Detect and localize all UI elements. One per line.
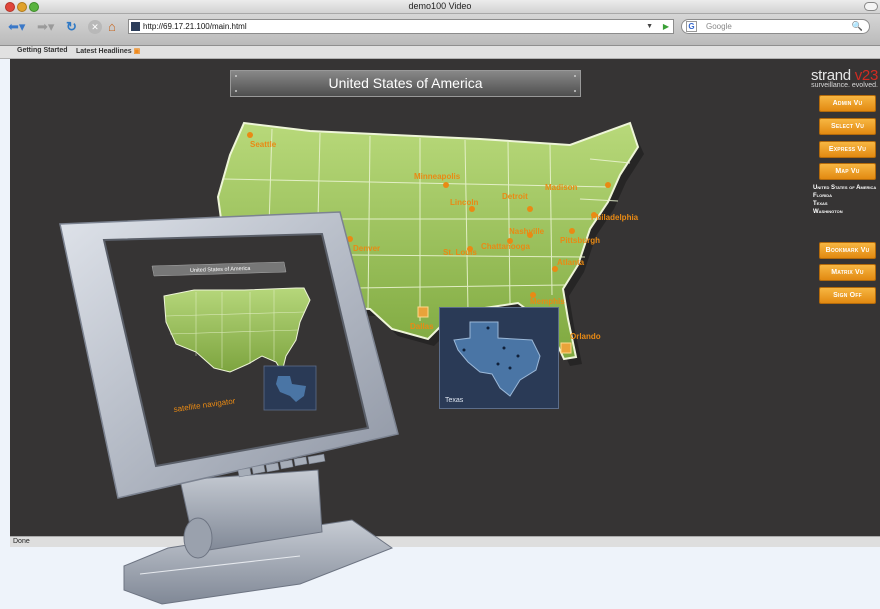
admin-vu-button[interactable]: Admin Vu bbox=[819, 95, 876, 112]
reload-icon[interactable]: ↻ bbox=[66, 18, 77, 36]
map-link-florida[interactable]: Florida bbox=[813, 192, 879, 200]
city-label-detroit: Detroit bbox=[502, 192, 528, 201]
city-label-chattanooga: Chattanooga bbox=[481, 242, 530, 251]
matrix-vu-button[interactable]: Matrix Vu bbox=[819, 264, 876, 281]
site-favicon-icon bbox=[131, 22, 140, 31]
toolbar-toggle-button[interactable] bbox=[864, 2, 878, 11]
city-label-seattle: Seattle bbox=[250, 140, 277, 149]
city-label-pittsburgh: Pittsburgh bbox=[560, 236, 600, 245]
city-label-madison: Madison bbox=[545, 183, 578, 192]
bookmark-latest-headlines-label: Latest Headlines bbox=[76, 48, 132, 55]
texas-shape-icon bbox=[453, 321, 541, 397]
go-arrow-icon[interactable]: ▶ bbox=[663, 20, 669, 33]
app-content: Seattle Minneapolis Detroit Nashville Li… bbox=[10, 59, 880, 536]
city-label-dallas: Dallas bbox=[410, 322, 434, 331]
city-label-memphis: Memphis bbox=[530, 297, 565, 306]
home-icon[interactable]: ⌂ bbox=[108, 18, 116, 36]
city-label-lincoln: Lincoln bbox=[450, 198, 479, 207]
city-label-minneapolis: Minneapolis bbox=[414, 172, 461, 181]
map-link-usa[interactable]: United States of America bbox=[813, 184, 879, 192]
city-label-st-louis: St. Louis bbox=[443, 248, 477, 257]
search-icon[interactable]: 🔍 bbox=[852, 20, 863, 33]
city-label-atlanta: Atlanta bbox=[557, 258, 585, 267]
forward-arrow-icon[interactable]: ➡▾ bbox=[37, 18, 54, 36]
inset-label: Texas bbox=[445, 397, 464, 404]
stop-icon[interactable]: ✕ bbox=[88, 20, 102, 34]
select-vu-button[interactable]: Select Vu bbox=[819, 118, 876, 135]
window-title-bar: demo100 Video bbox=[0, 0, 880, 14]
us-map[interactable]: Seattle Minneapolis Detroit Nashville Li… bbox=[10, 59, 880, 536]
city-label-nashville: Nashville bbox=[509, 227, 545, 236]
city-label-denver: Denver bbox=[353, 244, 380, 253]
search-input[interactable]: G Google 🔍 bbox=[681, 19, 870, 34]
bookmark-getting-started[interactable]: Getting Started bbox=[17, 47, 68, 54]
window-title: demo100 Video bbox=[408, 1, 472, 11]
map-link-list: United States of America Florida Texas W… bbox=[813, 184, 879, 216]
bookmark-latest-headlines[interactable]: Latest Headlines ▣ bbox=[76, 47, 140, 55]
map-link-texas[interactable]: Texas bbox=[813, 200, 879, 208]
search-engine-icon[interactable]: G bbox=[686, 21, 697, 32]
history-dropdown-icon[interactable]: ▼ bbox=[646, 20, 653, 33]
map-title-banner: United States of America bbox=[230, 70, 581, 97]
browser-toolbar: ⬅▾ ➡▾ ↻ ✕ ⌂ http://69.17.21.100/main.htm… bbox=[0, 14, 880, 46]
search-placeholder: Google bbox=[706, 22, 732, 31]
express-vu-button[interactable]: Express Vu bbox=[819, 141, 876, 158]
status-bar: Done bbox=[10, 536, 880, 547]
map-vu-button[interactable]: Map Vu bbox=[819, 163, 876, 180]
bookmarks-bar: Getting Started Latest Headlines ▣ bbox=[0, 46, 880, 59]
address-bar[interactable]: http://69.17.21.100/main.html ▼ ▶ bbox=[128, 19, 674, 34]
texas-inset-map[interactable]: Texas bbox=[439, 307, 559, 409]
address-text: http://69.17.21.100/main.html bbox=[143, 22, 247, 31]
status-text: Done bbox=[13, 538, 30, 545]
strand-logo: strand v23 surveillance. evolved. bbox=[811, 67, 878, 89]
city-label-orlando: Orlando bbox=[570, 332, 601, 341]
city-label-philadelphia: Philadelphia bbox=[591, 213, 639, 222]
map-title: United States of America bbox=[328, 75, 483, 91]
map-link-washington[interactable]: Washington bbox=[813, 208, 879, 216]
rss-icon: ▣ bbox=[133, 48, 141, 55]
sign-off-button[interactable]: Sign Off bbox=[819, 287, 876, 304]
logo-tagline: surveillance. evolved. bbox=[811, 82, 878, 89]
back-arrow-icon[interactable]: ⬅▾ bbox=[8, 18, 25, 36]
bookmark-vu-button[interactable]: Bookmark Vu bbox=[819, 242, 876, 259]
